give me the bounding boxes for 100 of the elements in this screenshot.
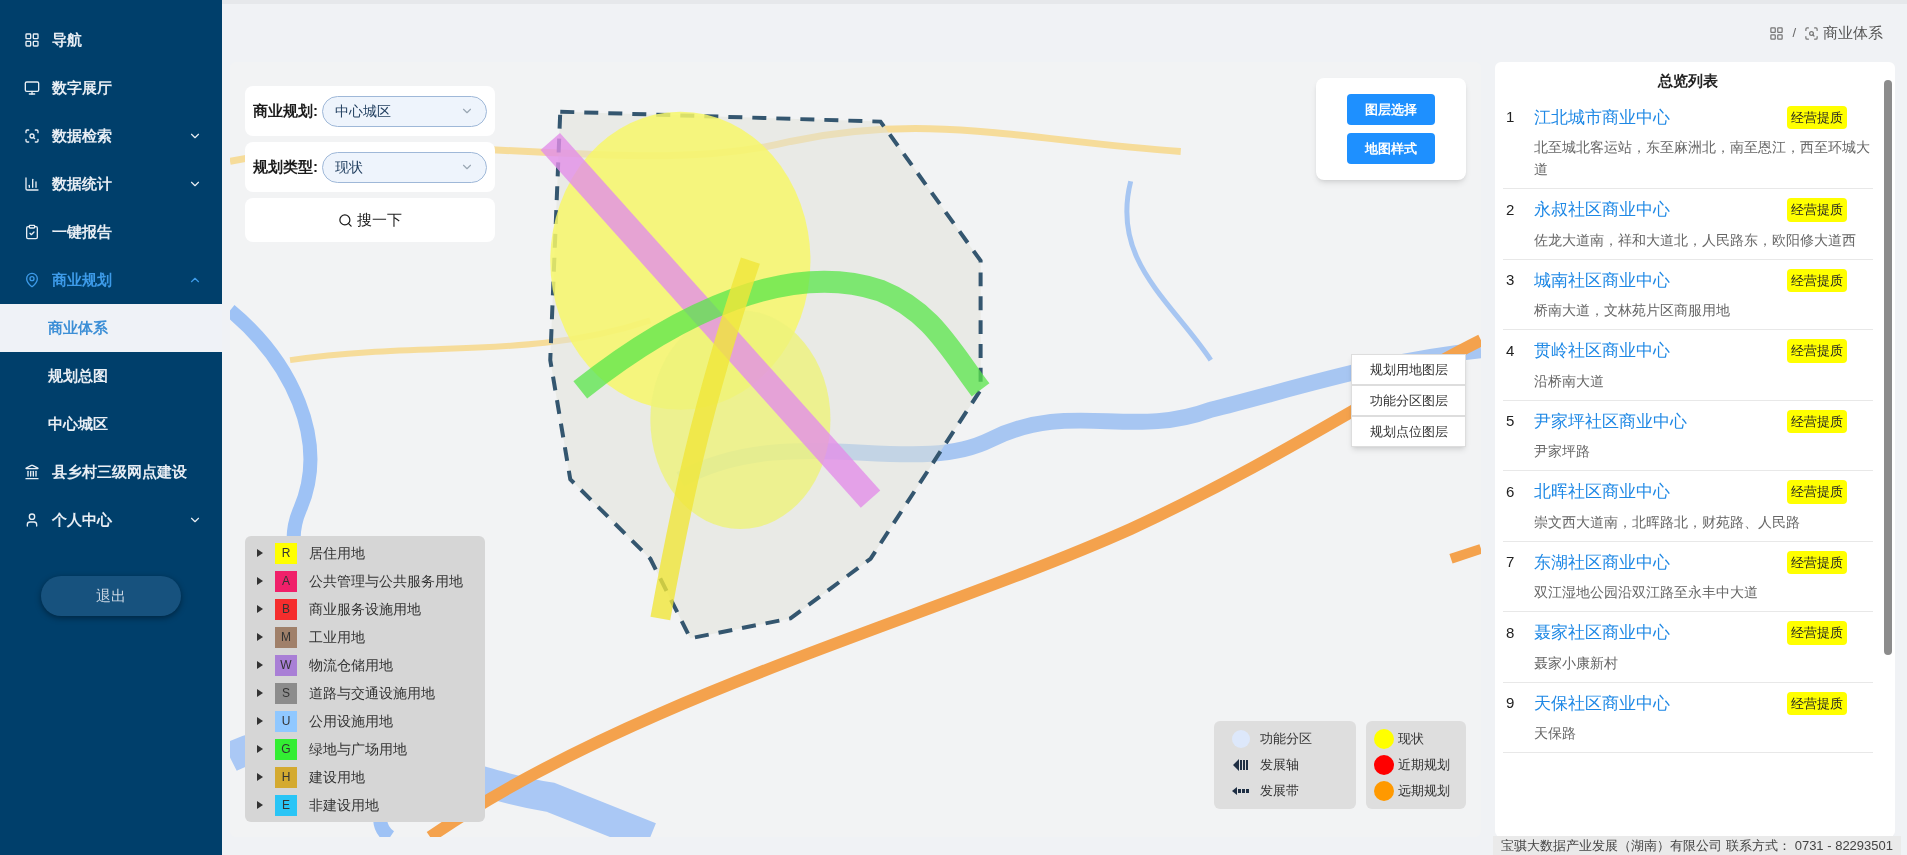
tag: 经营提质	[1787, 198, 1847, 222]
legend-label: 道路与交通设施用地	[309, 683, 435, 703]
expand-triangle-icon[interactable]	[257, 801, 263, 809]
land-code-swatch: E	[275, 794, 297, 816]
filter-select[interactable]: 中心城区	[322, 95, 487, 127]
item-title[interactable]: 聂家社区商业中心	[1534, 620, 1787, 646]
land-code-swatch: M	[275, 626, 297, 648]
overview-item[interactable]: 5 尹家坪社区商业中心 经营提质 尹家坪路	[1503, 400, 1873, 471]
legend-label: 居住用地	[309, 543, 365, 563]
expand-triangle-icon[interactable]	[257, 745, 263, 753]
item-number: 7	[1505, 552, 1516, 572]
sidebar-subitem[interactable]: 规划总图	[0, 352, 222, 400]
sidebar-item[interactable]: 个人中心	[0, 496, 222, 544]
home-grid-icon[interactable]	[1769, 25, 1785, 41]
legend-label: 公用设施用地	[309, 711, 393, 731]
item-description: 双江湿地公园沿双江路至永丰中大道	[1533, 583, 1759, 602]
expand-triangle-icon[interactable]	[257, 633, 263, 641]
legend-label: 远期规划	[1398, 782, 1450, 801]
item-description: 沿桥南大道	[1533, 371, 1605, 391]
sidebar-item[interactable]: 商业规划	[0, 256, 222, 304]
sidebar-subitem[interactable]: 中心城区	[0, 400, 222, 448]
item-title[interactable]: 北晖社区商业中心	[1534, 479, 1787, 505]
legend-label: 发展轴	[1260, 756, 1299, 775]
item-description: 佐龙大道南，祥和大道北，人民路东，欧阳修大道西	[1533, 230, 1857, 250]
item-title[interactable]: 城南社区商业中心	[1534, 267, 1787, 293]
expand-triangle-icon[interactable]	[257, 549, 263, 557]
item-title[interactable]: 永叔社区商业中心	[1534, 197, 1787, 223]
overview-item[interactable]: 6 北晖社区商业中心 经营提质 崇文西大道南，北晖路北，财苑路、人民路	[1503, 471, 1873, 542]
menu-item-icon	[24, 272, 40, 288]
item-description: 桥南大道，文林苑片区商服用地	[1533, 301, 1731, 320]
legend-label: 非建设用地	[309, 795, 379, 815]
item-title[interactable]: 江北城市商业中心	[1534, 104, 1787, 130]
sidebar-item[interactable]: 数据检索	[0, 112, 222, 160]
item-description: 天保路	[1533, 724, 1577, 743]
belt-arrow-icon	[1232, 787, 1250, 795]
logout-button[interactable]: 退出	[41, 576, 181, 616]
tag: 经营提质	[1787, 409, 1847, 433]
expand-triangle-icon[interactable]	[257, 689, 263, 697]
legend-label: 公共管理与公共服务用地	[309, 571, 463, 591]
overview-item[interactable]: 9 天保社区商业中心 经营提质 天保路	[1503, 682, 1873, 753]
legend-label: 绿地与广场用地	[309, 739, 407, 759]
land-code-swatch: R	[275, 542, 297, 564]
legend-label: 工业用地	[309, 627, 365, 647]
land-code-swatch: H	[275, 766, 297, 788]
filter-label: 商业规划:	[253, 100, 318, 121]
expand-triangle-icon[interactable]	[257, 717, 263, 725]
breadcrumb-separator: /	[1792, 24, 1796, 43]
layer-button[interactable]: 规划用地图层	[1351, 354, 1466, 385]
overview-item[interactable]: 3 城南社区商业中心 经营提质 桥南大道，文林苑片区商服用地	[1503, 259, 1873, 330]
tag: 经营提质	[1787, 268, 1847, 292]
sidebar-item[interactable]: 一键报告	[0, 208, 222, 256]
filter-select[interactable]: 现状	[322, 151, 487, 183]
layer-button[interactable]: 规划点位图层	[1351, 416, 1466, 447]
search-button[interactable]: 搜一下	[245, 198, 495, 242]
item-number: 3	[1505, 270, 1516, 290]
search-icon	[338, 212, 353, 228]
tag: 经营提质	[1787, 105, 1847, 129]
overview-item[interactable]: 4 贯岭社区商业中心 经营提质 沿桥南大道	[1503, 330, 1873, 401]
overview-item[interactable]: 1 江北城市商业中心 经营提质 北至城北客运站，东至麻洲北，南至恩江，西至环城大道	[1503, 96, 1873, 189]
item-title[interactable]: 尹家坪社区商业中心	[1534, 408, 1787, 434]
legend-label: 建设用地	[309, 767, 365, 787]
layer-button[interactable]: 功能分区图层	[1351, 385, 1466, 416]
expand-triangle-icon[interactable]	[257, 661, 263, 669]
axis-arrow-icon	[1233, 758, 1249, 772]
item-number: 2	[1505, 199, 1516, 220]
tag: 经营提质	[1787, 691, 1847, 715]
breadcrumb-icon	[1804, 25, 1819, 41]
expand-triangle-icon[interactable]	[257, 577, 263, 585]
item-title[interactable]: 天保社区商业中心	[1534, 690, 1787, 716]
expand-triangle-icon[interactable]	[257, 773, 263, 781]
land-code-swatch: S	[275, 682, 297, 704]
item-description: 北至城北客运站，东至麻洲北，南至恩江，西至环城大道	[1533, 138, 1871, 179]
item-description: 聂家小康新村	[1533, 653, 1619, 673]
land-code-swatch: G	[275, 738, 297, 760]
sidebar-item[interactable]: 数字展厅	[0, 64, 222, 112]
sidebar-item[interactable]: 县乡村三级网点建设	[0, 448, 222, 496]
tag: 经营提质	[1787, 480, 1847, 504]
panel-title: 总览列表	[1656, 71, 1719, 91]
sidebar-item[interactable]: 导航	[0, 16, 222, 64]
item-description: 崇文西大道南，北晖路北，财苑路、人民路	[1533, 512, 1801, 532]
overview-item[interactable]: 8 聂家社区商业中心 经营提质 聂家小康新村	[1503, 612, 1873, 683]
menu-item-icon	[24, 32, 40, 48]
expand-triangle-icon[interactable]	[257, 605, 263, 613]
item-title[interactable]: 东湖社区商业中心	[1534, 549, 1787, 575]
legend-label: 物流仓储用地	[309, 655, 393, 675]
overview-item[interactable]: 2 永叔社区商业中心 经营提质 佐龙大道南，祥和大道北，人民路东，欧阳修大道西	[1503, 189, 1873, 260]
legend-label: 商业服务设施用地	[309, 599, 421, 619]
legend-label: 现状	[1398, 730, 1424, 749]
menu-item-icon	[24, 80, 40, 96]
item-number: 8	[1505, 622, 1516, 643]
item-number: 4	[1505, 340, 1516, 361]
overview-item[interactable]: 7 东湖社区商业中心 经营提质 双江湿地公园沿双江路至永丰中大道	[1503, 541, 1873, 612]
tag: 经营提质	[1787, 550, 1847, 574]
menu-item-icon	[24, 128, 40, 144]
item-number: 9	[1505, 693, 1516, 713]
legend-label: 功能分区	[1260, 730, 1312, 749]
scrollbar[interactable]	[1884, 80, 1892, 655]
menu-item-icon	[24, 224, 40, 240]
item-title[interactable]: 贯岭社区商业中心	[1534, 338, 1787, 364]
sidebar-item[interactable]: 数据统计	[0, 160, 222, 208]
